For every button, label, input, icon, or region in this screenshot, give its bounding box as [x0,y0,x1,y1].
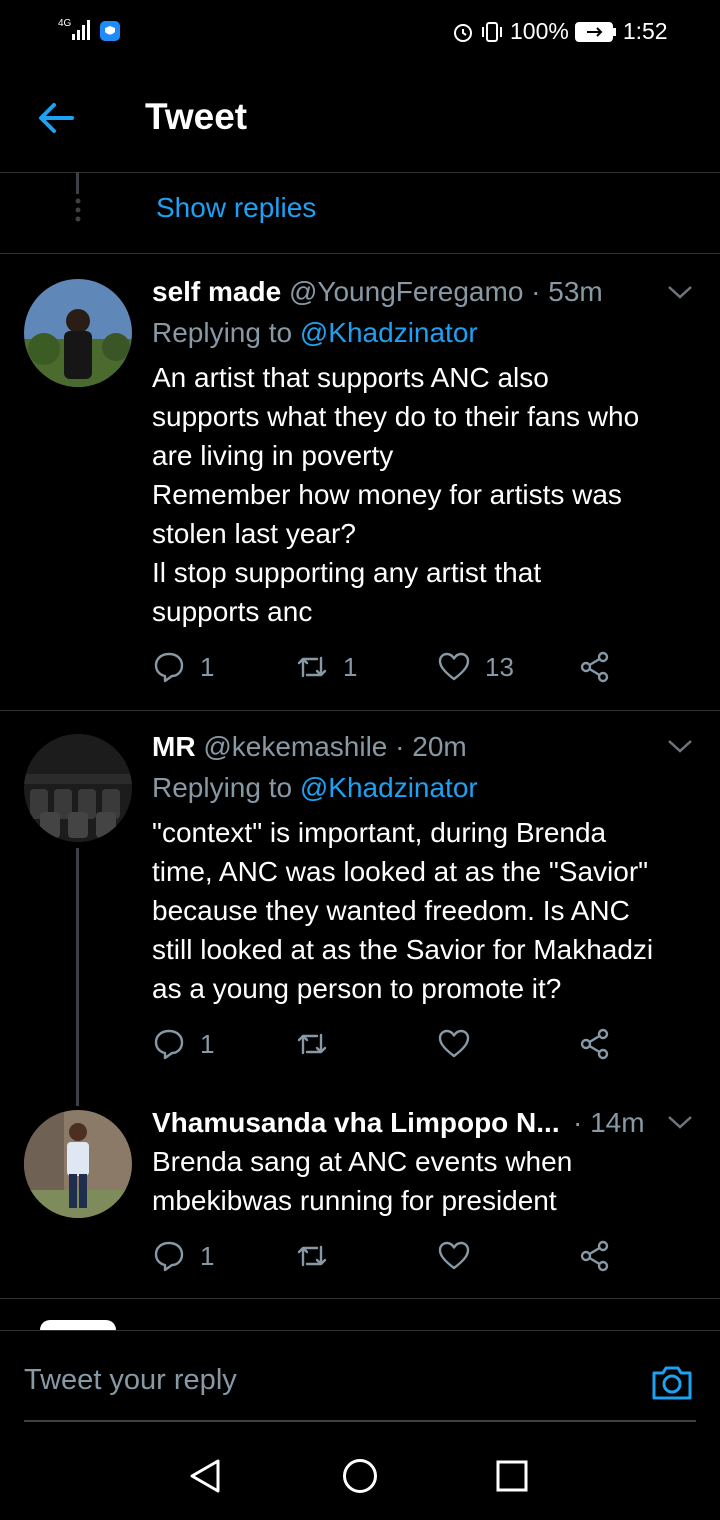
retweet-icon [297,1033,327,1055]
reply-button[interactable]: 1 [152,650,214,684]
tweet-time: · 14m [573,1107,645,1138]
like-button[interactable] [437,1239,471,1273]
chevron-down-icon[interactable] [667,284,693,300]
camera-icon[interactable] [650,1360,694,1404]
reply-count: 1 [200,1240,215,1271]
chevron-down-icon[interactable] [667,1114,693,1130]
reply-count: 1 [200,651,215,682]
reply-count: 1 [200,1028,215,1059]
replying-handle-link[interactable]: @Khadzinator [300,317,478,348]
retweet-button[interactable]: 1 [295,650,357,684]
replying-label: Replying to [152,772,293,803]
system-nav-bar [0,1430,720,1520]
share-icon [580,651,609,683]
status-bar: 4G 100% 1:52 [0,0,720,60]
more-dots-icon [74,198,82,227]
avatar[interactable] [24,1110,132,1218]
shield-icon [99,20,121,47]
page-title: Tweet [145,96,248,137]
share-button[interactable] [578,1239,612,1273]
tweet-text: "context" is important, during Brenda ti… [152,817,654,1004]
recents-nav-icon[interactable] [496,1460,528,1497]
retweet-button[interactable] [295,1239,329,1273]
replying-handle-link[interactable]: @Khadzinator [300,772,478,803]
replying-to: Replying to @Khadzinator [152,772,478,804]
clock-time: 1:52 [622,18,668,44]
show-replies-link[interactable]: Show replies [156,192,316,224]
retweet-icon [297,656,327,678]
avatar[interactable] [24,734,132,842]
reply-icon [154,652,184,683]
reply-button[interactable]: 1 [152,1239,214,1273]
home-nav-icon[interactable] [342,1458,378,1499]
tweet-actions: 1 [152,1239,622,1279]
avatar[interactable] [24,279,132,387]
heart-icon [438,1029,470,1058]
reply-button[interactable]: 1 [152,1027,214,1061]
replying-label: Replying to [152,317,293,348]
like-button[interactable]: 13 [437,650,514,684]
retweet-icon [297,1245,327,1267]
heart-icon [438,1241,470,1270]
retweet-button[interactable] [295,1027,329,1061]
alarm-icon [454,23,472,42]
signal-icon: 4G [58,16,94,47]
avatar [40,1320,116,1330]
thread-line [76,172,79,194]
reply-input-underline [24,1420,696,1422]
divider [0,1298,720,1299]
share-button[interactable] [578,650,612,684]
reply-input[interactable]: Tweet your reply [24,1364,237,1397]
retweet-count: 1 [343,651,358,682]
battery-icon [574,21,616,42]
arrow-left-icon[interactable] [36,98,76,138]
replying-to: Replying to @Khadzinator [152,317,478,349]
divider [0,710,720,711]
tweet-text: An artist that supports ANC also support… [152,362,640,627]
share-icon [580,1028,609,1060]
reply-icon [154,1029,184,1060]
tweet-actions: 1 1 13 [152,650,622,690]
like-count: 13 [485,651,514,682]
display-name[interactable]: self made [152,276,281,307]
user-handle[interactable]: @YoungFeregamo [289,276,523,307]
battery-percent: 100% [510,18,569,44]
tweet-time: · 53m [531,276,603,307]
user-handle[interactable]: @kekemashile [203,731,387,762]
share-button[interactable] [578,1027,612,1061]
back-nav-icon[interactable] [188,1458,224,1499]
tweet-text: Brenda sang at ANC events when mbekibwas… [152,1146,573,1216]
tweet-name-line: Vhamusanda vha Limpopo N... [152,1107,560,1139]
display-name[interactable]: MR [152,731,196,762]
tweet-actions: 1 [152,1027,622,1067]
header: Tweet [0,60,720,173]
display-name[interactable]: Vhamusanda vha Limpopo N... [152,1107,560,1138]
heart-icon [438,652,470,681]
vibrate-icon [482,21,502,42]
tweet-name-line: self made @YoungFeregamo · 53m [152,276,603,308]
chevron-down-icon[interactable] [667,738,693,754]
reply-icon [154,1241,184,1272]
divider [0,253,720,254]
tweet-name-line: MR @kekemashile · 20m [152,731,467,763]
tweet-time: · 20m [395,731,467,762]
share-icon [580,1240,609,1272]
svg-text:4G: 4G [58,18,72,29]
like-button[interactable] [437,1027,471,1061]
thread-line [76,848,79,1106]
